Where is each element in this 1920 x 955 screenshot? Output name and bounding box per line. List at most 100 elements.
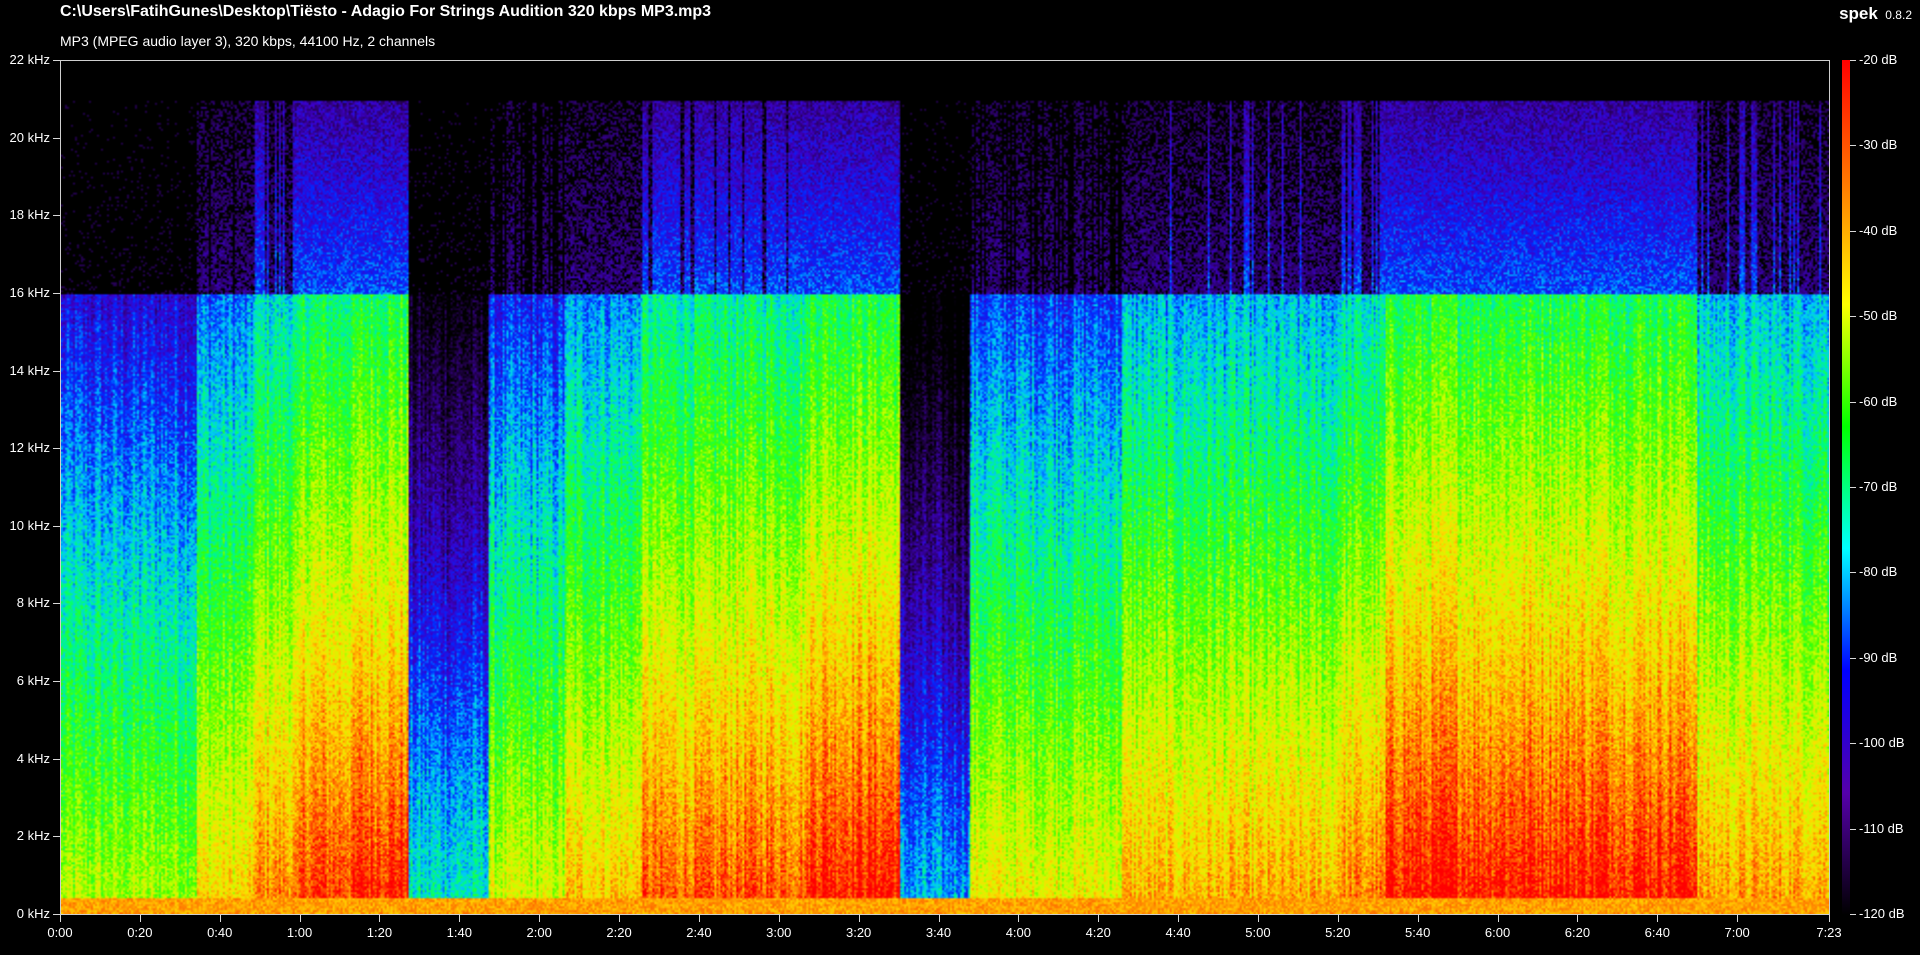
time-tick <box>379 915 381 922</box>
db-tick-label: -80 dB <box>1859 564 1898 580</box>
time-tick-label: 0:20 <box>127 925 153 940</box>
db-tick <box>1850 230 1856 232</box>
db-tick-label: -20 dB <box>1859 52 1898 67</box>
time-tick-label: 3:20 <box>845 925 872 940</box>
freq-tick-label: 2 kHz <box>16 828 50 844</box>
db-tick <box>1850 914 1856 915</box>
time-tick <box>1657 915 1659 922</box>
time-tick-label: 5:00 <box>1245 925 1271 940</box>
time-tick <box>1417 915 1419 922</box>
db-tick <box>1850 657 1856 659</box>
file-info-line: MP3 (MPEG audio layer 3), 320 kbps, 4410… <box>60 33 436 49</box>
db-tick-label: -40 dB <box>1859 222 1898 238</box>
time-tick-label: 3:40 <box>925 925 952 940</box>
db-tick <box>1850 60 1856 61</box>
time-tick <box>459 915 461 922</box>
db-tick-label: -60 dB <box>1859 393 1898 409</box>
freq-tick <box>53 681 60 683</box>
db-tick <box>1850 401 1856 403</box>
app-brand: spek 0.8.2 <box>1839 4 1912 24</box>
time-tick-label: 3:00 <box>766 925 792 940</box>
freq-tick <box>53 137 60 139</box>
freq-tick-label: 18 kHz <box>9 207 50 223</box>
file-path-title: C:\Users\FatihGunes\Desktop\Tiësto - Ada… <box>60 3 712 20</box>
db-tick-label: -120 dB <box>1859 906 1905 921</box>
time-tick-label: 5:20 <box>1325 925 1351 940</box>
time-tick-label: 1:40 <box>446 925 472 940</box>
db-tick-label: -70 dB <box>1859 479 1898 494</box>
freq-tick <box>53 448 60 450</box>
time-tick <box>858 915 860 922</box>
time-tick <box>1178 915 1180 922</box>
freq-tick-label: 20 kHz <box>9 129 50 145</box>
time-tick <box>139 915 141 922</box>
time-tick <box>1829 915 1830 922</box>
db-tick <box>1850 487 1856 488</box>
time-tick-label: 2:00 <box>526 925 552 940</box>
freq-tick <box>53 60 60 61</box>
time-tick <box>938 915 940 922</box>
freq-tick-label: 10 kHz <box>9 517 50 533</box>
freq-tick-label: 0 kHz <box>16 906 50 921</box>
freq-tick <box>53 370 60 372</box>
time-tick-label: 7:00 <box>1724 925 1750 940</box>
time-tick <box>1257 915 1259 922</box>
time-tick <box>60 915 61 922</box>
time-tick-label: 6:20 <box>1564 925 1591 940</box>
time-tick <box>299 915 301 922</box>
db-color-scale <box>1842 60 1850 915</box>
db-tick-label: -100 dB <box>1859 735 1905 751</box>
time-tick-label: 5:40 <box>1405 925 1431 940</box>
freq-tick <box>53 525 60 527</box>
time-tick <box>619 915 621 922</box>
db-tick-label: -90 dB <box>1859 649 1898 665</box>
db-tick-label: -30 dB <box>1859 137 1898 153</box>
time-tick-label: 2:20 <box>606 925 632 940</box>
freq-tick <box>53 292 60 294</box>
freq-tick-label: 22 kHz <box>9 52 50 67</box>
time-tick <box>698 915 700 922</box>
freq-tick-label: 16 kHz <box>9 284 50 300</box>
time-tick <box>1497 915 1499 922</box>
freq-tick-label: 4 kHz <box>16 750 50 766</box>
time-tick <box>778 915 780 922</box>
time-tick-label: 1:00 <box>286 925 313 940</box>
time-tick-label: 4:00 <box>1005 925 1032 940</box>
db-tick-label: -50 dB <box>1859 308 1898 324</box>
time-tick-label: 7:23 <box>1816 925 1842 940</box>
time-tick <box>1337 915 1339 922</box>
spectrogram-view[interactable] <box>60 60 1830 915</box>
time-tick-label: 4:40 <box>1165 925 1191 940</box>
time-tick <box>539 915 541 922</box>
db-tick <box>1850 145 1856 147</box>
db-tick <box>1850 316 1856 318</box>
time-tick <box>1577 915 1579 922</box>
db-tick-label: -110 dB <box>1859 820 1904 836</box>
db-tick <box>1850 828 1856 830</box>
db-tick <box>1850 572 1856 574</box>
app-version: 0.8.2 <box>1885 8 1912 22</box>
time-tick <box>219 915 221 922</box>
time-tick <box>1018 915 1020 922</box>
time-tick-label: 0:00 <box>47 925 73 940</box>
db-tick <box>1850 743 1856 745</box>
time-tick <box>1098 915 1100 922</box>
freq-tick <box>53 215 60 217</box>
freq-tick-label: 6 kHz <box>16 673 50 689</box>
freq-tick-label: 14 kHz <box>9 362 50 378</box>
freq-tick <box>53 914 60 915</box>
time-tick-label: 6:40 <box>1644 925 1670 940</box>
freq-tick <box>53 836 60 838</box>
freq-tick <box>53 603 60 605</box>
time-tick-label: 1:20 <box>366 925 393 940</box>
spectrogram-canvas[interactable] <box>61 61 1829 914</box>
time-tick-label: 4:20 <box>1085 925 1111 940</box>
time-tick-label: 0:40 <box>207 925 233 940</box>
time-tick-label: 6:00 <box>1484 925 1511 940</box>
freq-tick-label: 8 kHz <box>16 595 50 611</box>
time-tick <box>1737 915 1739 922</box>
freq-tick-label: 12 kHz <box>9 440 50 456</box>
time-tick-label: 2:40 <box>686 925 712 940</box>
freq-tick <box>53 758 60 760</box>
app-name: spek <box>1839 4 1878 23</box>
